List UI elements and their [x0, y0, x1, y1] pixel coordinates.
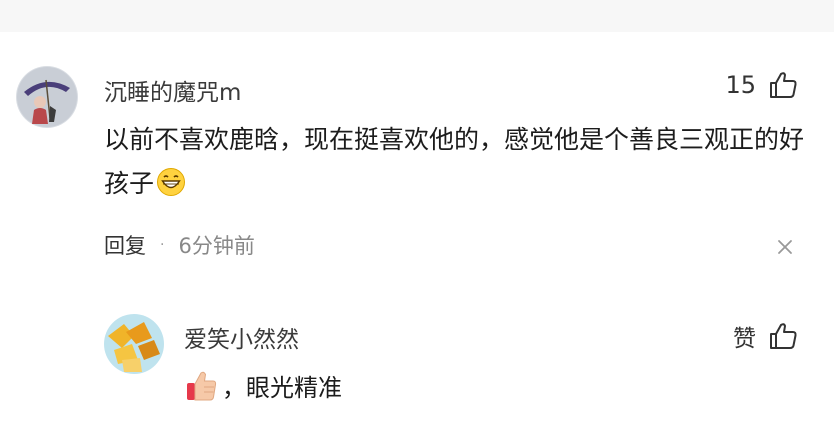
- comment-text: 以前不喜欢鹿晗，现在挺喜欢他的，感觉他是个善良三观正的好孩子: [104, 118, 804, 206]
- username[interactable]: 爱笑小然然: [184, 320, 299, 354]
- reply-button[interactable]: 回复: [104, 230, 146, 260]
- comment-item: 沉睡的魔咒m 15 以前不喜欢鹿晗，现在挺喜欢他的，感觉他是个善良三观正的好孩子…: [0, 60, 834, 280]
- comment-meta: 回复 · 6分钟前: [104, 230, 255, 260]
- comment-body: ，眼光精准: [222, 374, 342, 402]
- like-button[interactable]: 15: [725, 70, 798, 100]
- reply-item: 爱笑小然然 赞 ，眼光精准: [0, 300, 834, 430]
- like-button[interactable]: 赞: [733, 319, 798, 353]
- like-count: 15: [725, 71, 756, 99]
- comment-text: ，眼光精准: [184, 366, 342, 410]
- grinning-face-emoji: [157, 168, 186, 196]
- separator-dot: ·: [160, 237, 165, 253]
- avatar[interactable]: [104, 314, 164, 374]
- close-icon[interactable]: [774, 236, 796, 258]
- previous-content-strip: [0, 0, 834, 32]
- like-label: 赞: [733, 326, 756, 352]
- username[interactable]: 沉睡的魔咒m: [104, 73, 241, 107]
- comment-body: 以前不喜欢鹿晗，现在挺喜欢他的，感觉他是个善良三观正的好孩子: [104, 125, 805, 198]
- avatar[interactable]: [16, 66, 78, 128]
- thumbs-up-outline-icon[interactable]: [768, 70, 798, 100]
- thumbs-up-emoji: [187, 371, 217, 401]
- timestamp: 6分钟前: [178, 234, 255, 258]
- thumbs-up-outline-icon[interactable]: [768, 321, 798, 351]
